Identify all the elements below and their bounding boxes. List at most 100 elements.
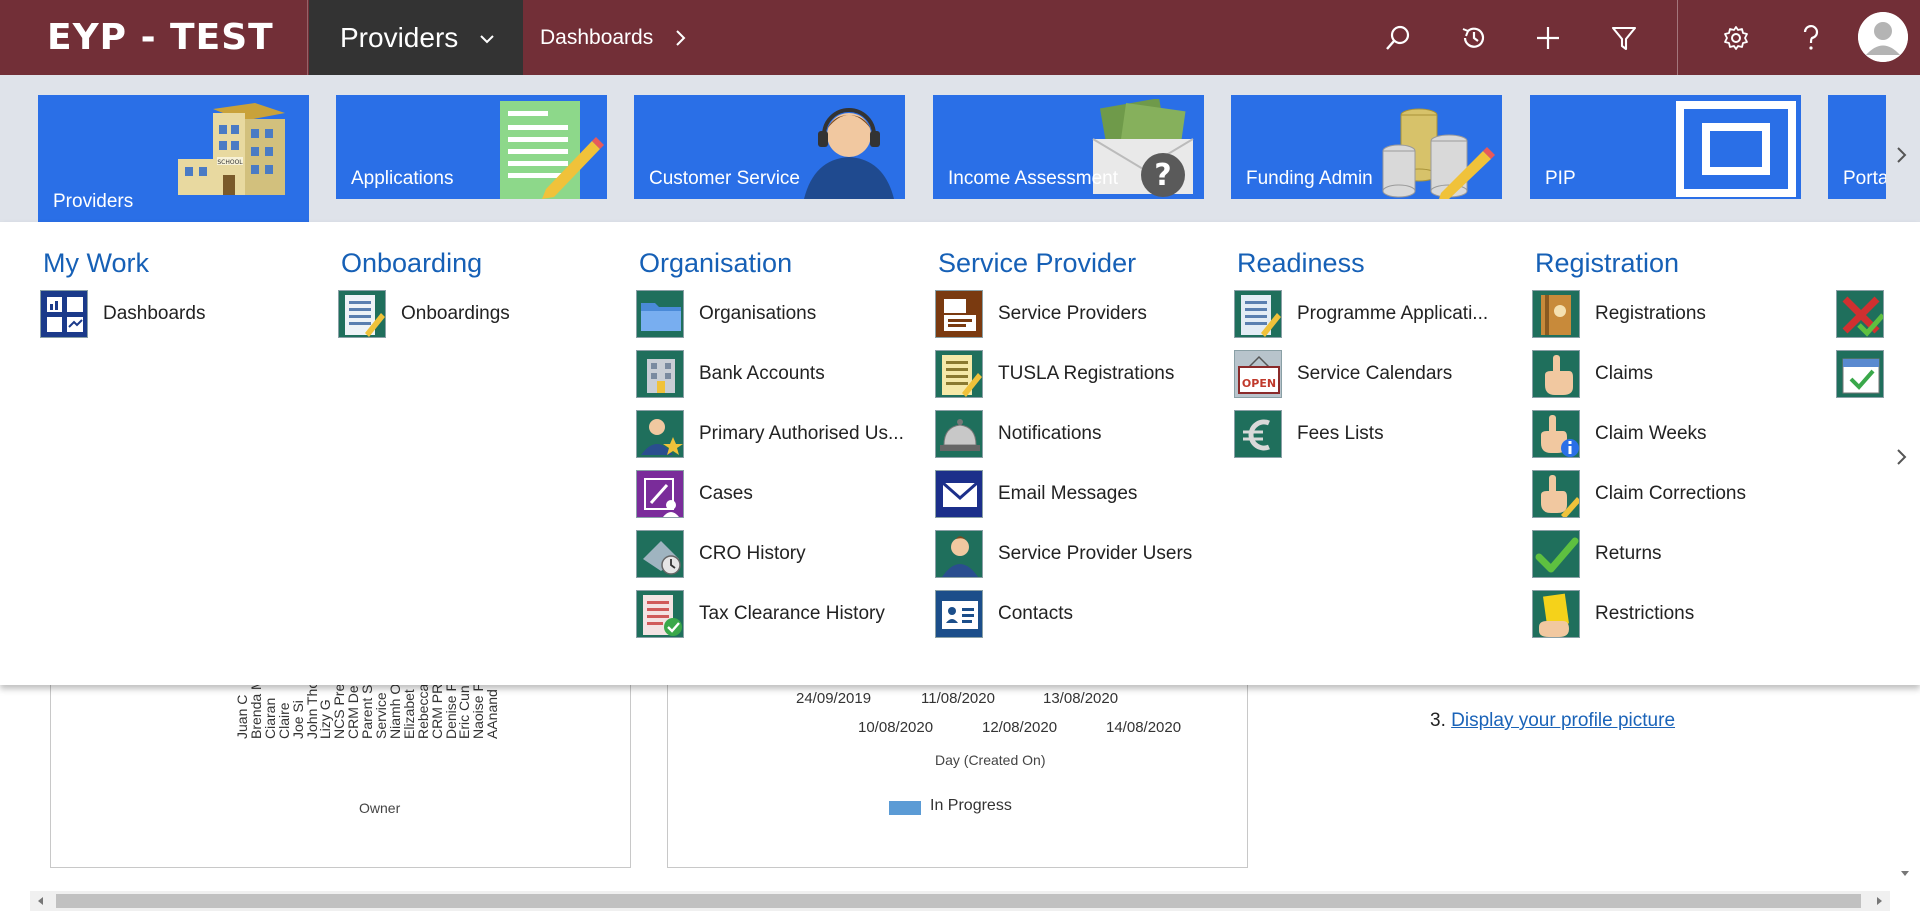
avatar-icon[interactable] [1858, 12, 1908, 62]
groups-scroll-right-icon[interactable] [1892, 447, 1912, 467]
subarea-notifications[interactable]: Notifications [935, 404, 1225, 464]
tile-income-assessment[interactable]: ? Income Assessment [933, 95, 1204, 199]
user-star-icon [636, 410, 684, 458]
cro-history-icon [636, 530, 684, 578]
horizontal-scrollbar[interactable] [30, 891, 1890, 911]
plus-icon[interactable] [1528, 18, 1568, 58]
subarea-email-messages[interactable]: Email Messages [935, 464, 1225, 524]
scrollbar-thumb[interactable] [56, 894, 1861, 908]
chevron-down-icon [480, 35, 494, 44]
help-icon[interactable] [1791, 18, 1831, 58]
breadcrumb: Dashboards [540, 0, 687, 75]
subarea-label: Primary Authorised Us... [699, 423, 904, 444]
subarea-tusla-registrations[interactable]: TUSLA Registrations [935, 344, 1225, 404]
tax-clearance-icon [636, 590, 684, 638]
group-title: Service Provider [938, 248, 1137, 278]
subarea-partial-1[interactable] [1836, 284, 1896, 344]
group-menu-panel: My Work Dashboards Onboarding Onboarding… [0, 222, 1920, 685]
headset-agent-icon [804, 108, 894, 199]
subarea-service-providers[interactable]: Service Providers [935, 284, 1225, 344]
area-switcher[interactable]: Providers [309, 0, 523, 75]
cases-icon [636, 470, 684, 518]
subarea-service-calendars[interactable]: OPEN Service Calendars [1234, 344, 1524, 404]
date-axis-title: Day (Created On) [935, 752, 1046, 768]
subarea-returns[interactable]: Returns [1532, 524, 1822, 584]
area-tiles: SCHOOL Providers Applications Customer S… [0, 75, 1920, 222]
dashboards-icon [40, 290, 88, 338]
subarea-bank-accounts[interactable]: Bank Accounts [636, 344, 926, 404]
checkmark-icon [1532, 530, 1580, 578]
application-form-icon [500, 101, 604, 199]
subarea-onboardings[interactable]: Onboardings [338, 284, 628, 344]
legend-label[interactable]: In Progress [930, 797, 1012, 815]
onboardings-icon [338, 290, 386, 338]
tile-customer-service[interactable]: Customer Service [634, 95, 905, 199]
scroll-down-icon[interactable] [1898, 866, 1912, 880]
app-title[interactable]: EYP - TEST [0, 0, 308, 75]
subarea-tax-clearance-history[interactable]: Tax Clearance History [636, 584, 926, 644]
search-icon[interactable] [1378, 18, 1418, 58]
subarea-cro-history[interactable]: CRO History [636, 524, 926, 584]
dashboard-area: Juan C Brenda M Ciaran Claire Joe Si John Tho… [0, 660, 1920, 915]
subarea-primary-authorised-users[interactable]: Primary Authorised Us... [636, 404, 926, 464]
tile-label: Funding Admin [1246, 168, 1373, 189]
tile-funding-admin[interactable]: Funding Admin [1231, 95, 1502, 199]
owner-tick-label: AAnand I [484, 681, 501, 739]
scroll-left-icon[interactable] [34, 894, 48, 908]
date-tick: 10/08/2020 [858, 719, 934, 736]
breadcrumb-dashboards[interactable]: Dashboards [540, 26, 653, 50]
tile-applications[interactable]: Applications [336, 95, 607, 199]
subarea-cases[interactable]: Cases [636, 464, 926, 524]
open-sign-icon: OPEN [1234, 350, 1282, 398]
subarea-programme-applications[interactable]: Programme Applicati... [1234, 284, 1524, 344]
step-number: 3. [1430, 710, 1446, 731]
subarea-label: Email Messages [998, 483, 1138, 504]
subarea-label: Contacts [998, 603, 1073, 624]
contact-card-icon [935, 590, 983, 638]
subarea-restrictions[interactable]: Restrictions [1532, 584, 1822, 644]
subarea-contacts[interactable]: Contacts [935, 584, 1225, 644]
group-my-work: My Work Dashboards [40, 246, 330, 344]
tile-portal[interactable]: Porta [1828, 95, 1886, 199]
gear-icon[interactable] [1716, 18, 1756, 58]
subarea-claims[interactable]: Claims [1532, 344, 1822, 404]
subarea-label: Claim Corrections [1595, 483, 1746, 504]
user-icon [935, 530, 983, 578]
chevron-right-icon[interactable] [673, 29, 687, 47]
subarea-registrations[interactable]: Registrations [1532, 284, 1822, 344]
subarea-claim-corrections[interactable]: Claim Corrections [1532, 464, 1822, 524]
top-nav-bar: EYP - TEST Providers Dashboards [0, 0, 1920, 75]
date-tick: 14/08/2020 [1106, 719, 1182, 736]
filter-icon[interactable] [1604, 18, 1644, 58]
history-icon[interactable] [1454, 18, 1494, 58]
euro-icon [1234, 410, 1282, 458]
subarea-organisations[interactable]: Organisations [636, 284, 926, 344]
date-chart-card: 24/09/2019 11/08/2020 13/08/2020 10/08/2… [667, 685, 1248, 868]
subarea-service-provider-users[interactable]: Service Provider Users [935, 524, 1225, 584]
programme-application-icon [1234, 290, 1282, 338]
scroll-right-icon[interactable] [1872, 894, 1886, 908]
subarea-label: Registrations [1595, 303, 1706, 324]
legend-swatch [889, 801, 921, 815]
subarea-label: Restrictions [1595, 603, 1695, 624]
group-organisation: Organisation Organisations Bank Accounts… [636, 246, 926, 644]
subarea-fees-lists[interactable]: Fees Lists [1234, 404, 1524, 464]
display-profile-picture-link[interactable]: Display your profile picture [1451, 710, 1675, 731]
tiles-scroll-right-icon[interactable] [1892, 145, 1912, 165]
subarea-claim-weeks[interactable]: Claim Weeks [1532, 404, 1822, 464]
tile-pip[interactable]: PIP [1530, 95, 1801, 199]
svg-text:?: ? [1154, 158, 1171, 193]
tile-label: Providers [53, 191, 134, 212]
app-window: EYP - TEST Providers Dashboards SCHOOL P… [0, 0, 1920, 915]
folder-icon [636, 290, 684, 338]
service-providers-icon [935, 290, 983, 338]
subarea-dashboards[interactable]: Dashboards [40, 284, 330, 344]
tile-providers[interactable]: SCHOOL Providers [38, 95, 309, 222]
subarea-label: Fees Lists [1297, 423, 1384, 444]
bell-icon [935, 410, 983, 458]
subarea-label: Onboardings [401, 303, 510, 324]
subarea-partial-2[interactable] [1836, 344, 1896, 404]
date-tick: 13/08/2020 [1043, 690, 1119, 707]
red-cross-check-icon [1836, 290, 1884, 338]
calendar-check-icon [1836, 350, 1884, 398]
